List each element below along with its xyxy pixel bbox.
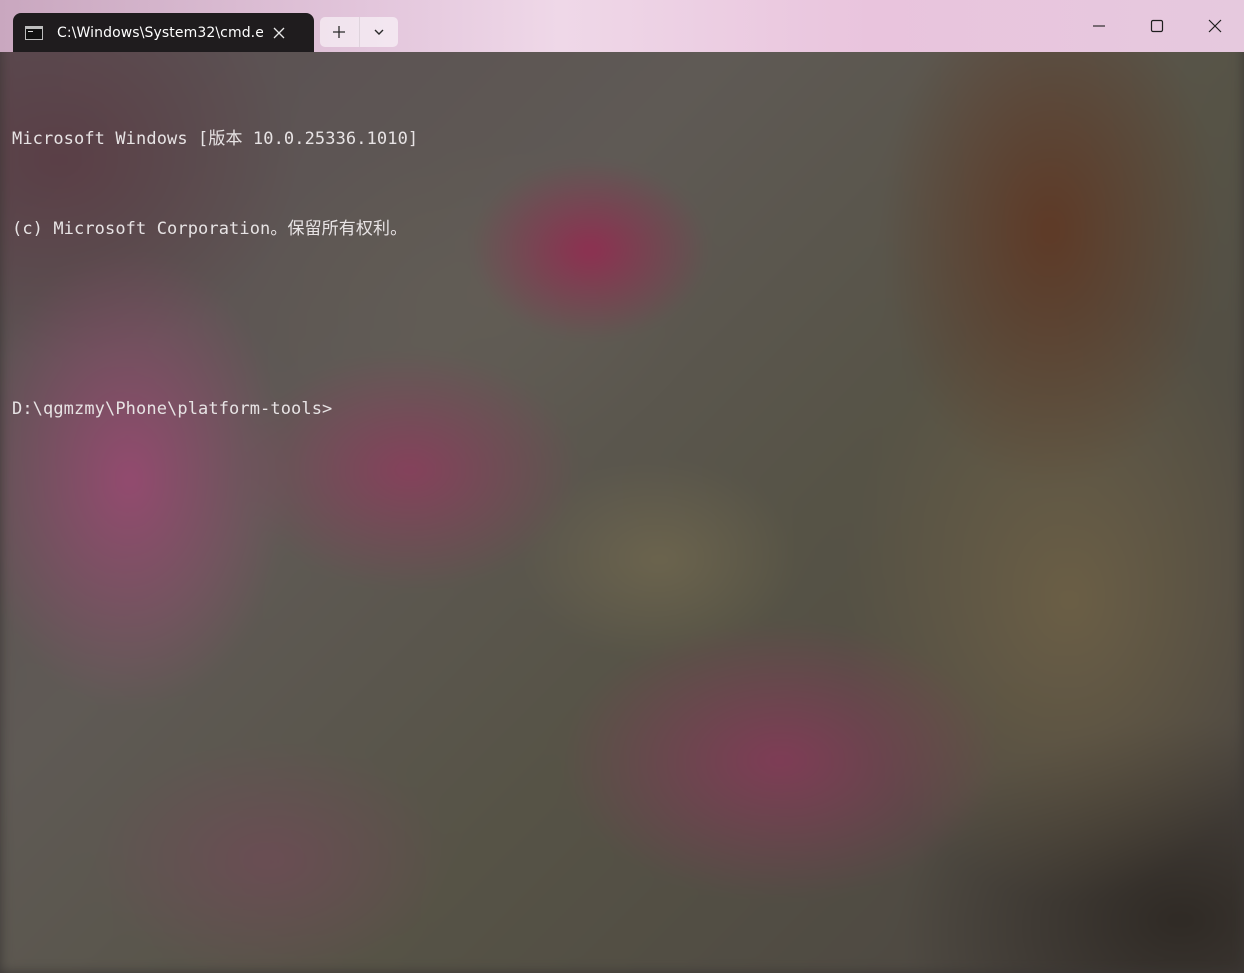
close-icon [273,27,285,38]
terminal-window: C:\Windows\System32\cmd.exe Microsoft Wi… [0,0,1244,973]
tab-cmd[interactable]: C:\Windows\System32\cmd.exe [13,13,314,52]
close-button[interactable] [1186,0,1244,52]
tab-close-button[interactable] [265,19,293,47]
terminal-line-copyright: (c) Microsoft Corporation。保留所有权利。 [12,219,408,239]
minimize-button[interactable] [1070,0,1128,52]
terminal-output[interactable]: Microsoft Windows [版本 10.0.25336.1010] (… [12,64,418,484]
tab-actions [320,17,398,47]
terminal-line-version: Microsoft Windows [版本 10.0.25336.1010] [12,129,419,149]
title-bar[interactable]: C:\Windows\System32\cmd.exe [0,0,1244,52]
close-icon [1208,19,1222,33]
tab-dropdown-button[interactable] [358,17,399,47]
window-controls [1070,0,1244,52]
maximize-icon [1150,19,1164,33]
terminal-prompt[interactable]: D:\qgmzmy\Phone\platform-tools> [12,394,418,424]
terminal-icon [25,25,43,40]
maximize-button[interactable] [1128,0,1186,52]
tab-title: C:\Windows\System32\cmd.exe [57,24,263,41]
chevron-down-icon [374,29,384,35]
plus-icon [333,26,346,38]
new-tab-button[interactable] [320,17,359,47]
minimize-icon [1093,25,1105,27]
